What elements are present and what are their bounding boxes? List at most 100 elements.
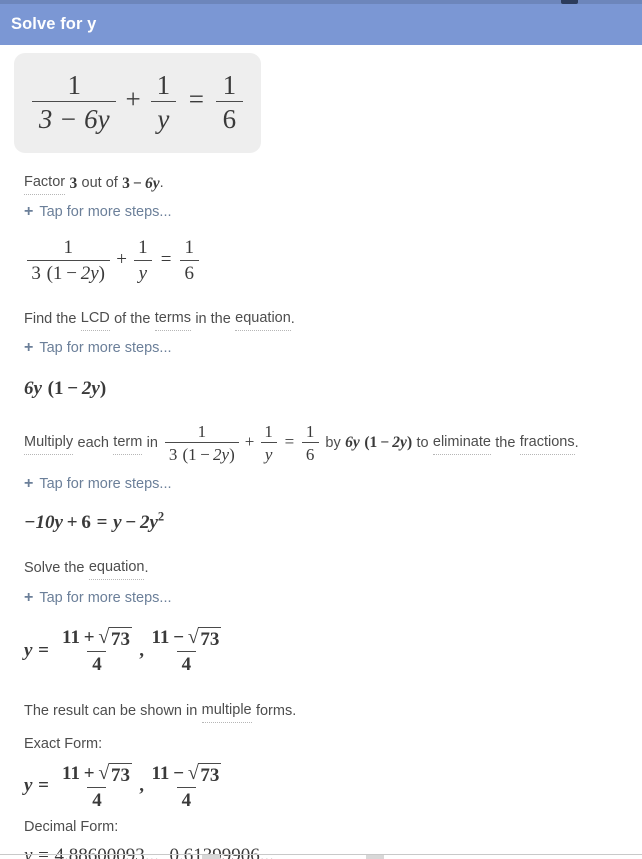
result1-fraction-3: 1 6 [179,237,199,284]
result1-f1-den: 3 (1−2y) [26,259,110,284]
glossary-term-term[interactable]: term [113,432,143,455]
decimal-form-value: y = 4.88600093..., 0.61399906... [0,845,642,859]
step-lcd-find: Find the [24,311,77,328]
page-title: Solve for y [11,15,97,33]
plus-icon: + [24,475,34,493]
result1-f3-num: 1 [184,237,195,259]
step-factor-period: . [159,175,164,192]
step-multiply-period: . [574,434,579,451]
header-bar: Solve for y [0,4,642,45]
fraction-2-denominator: y [150,101,177,134]
step-multiply-result: −10y +6 = y −2y2 [0,509,642,534]
step-factor-description: Factor 3 out of 3−6y. [0,172,642,196]
original-problem-panel: 1 3 − 6y + 1 y = 1 6 [14,53,261,154]
step-solve-description: Solve the equation. [0,557,642,581]
step-multiply-description: Multiply each term in 1 3 (1−2y) + 1 y = … [0,422,642,464]
decimal-value-1: 4.88600093 [54,845,145,859]
step-lcd-ofthe: of the [114,311,151,328]
cleared-equation: −10y +6 = y −2y2 [24,509,165,534]
fraction-3-denominator: 6 [215,101,243,134]
factor-number: 3 [69,174,78,192]
forms-intro: The result can be shown in multiple form… [0,700,642,723]
factor-expression: 3−6y [122,174,160,192]
step-lcd-result: 6y (1−2y) [0,378,642,400]
result1-f1-num: 1 [63,237,73,259]
exact-form-label: Exact Form: [24,735,103,752]
fraction-1-denominator: 3 − 6y [32,101,117,134]
step-solve-word: Solve the [24,560,85,577]
result1-f2-num: 1 [138,237,148,259]
step-lcd-description: Find the LCD of the terms in the equatio… [0,308,642,332]
step-factor-outof: out of [81,175,118,192]
tap-for-more-steps-solve[interactable]: + Tap for more steps... [0,589,642,607]
glossary-term-multiple[interactable]: multiple [201,700,252,723]
exact-form-value: y = 11 + √ 73 4 , 11− √ 73 4 [0,761,642,812]
glossary-term-equation-lcd[interactable]: equation [235,308,291,332]
multiply-by-expression: 6y (1−2y) [345,433,413,451]
exact-comma: , [139,775,145,797]
forms-section: The result can be shown in multiple form… [0,700,642,859]
glossary-term-factor[interactable]: Factor [24,172,66,196]
bottom-cutoff-element-right[interactable] [366,855,384,859]
solver-page: Solve for y 1 3 − 6y + 1 y = 1 6 Factor [0,0,642,859]
glossary-term-fractions[interactable]: fractions [519,432,575,455]
exact-fraction-plus: 11 + √ 73 4 [62,761,132,811]
glossary-term-lcd[interactable]: LCD [80,308,110,332]
radical-icon: √ [187,761,199,784]
mult-fraction-1: 1 3 (1−2y) [164,422,240,464]
forms-intro-suffix: forms. [255,702,297,719]
result1-fraction-1: 1 3 (1−2y) [26,237,110,284]
bottom-divider [0,854,642,855]
forms-intro-prefix: The result can be shown in [24,702,198,719]
step-solve: Solve the equation. + Tap for more steps… [0,557,642,676]
step-multiply-to: to [416,434,429,451]
glossary-term-eliminate[interactable]: eliminate [432,432,491,455]
tap-for-more-steps-lcd[interactable]: + Tap for more steps... [0,339,642,357]
result1-f3-den: 6 [179,259,199,284]
radical-icon: √ [98,761,110,784]
glossary-term-terms[interactable]: terms [154,308,191,332]
decimal-form-label: Decimal Form: [24,819,119,836]
fraction-3: 1 6 [215,70,243,134]
bottom-cutoff-element-left[interactable] [202,855,220,859]
tap-label: Tap for more steps... [39,590,172,607]
tap-label: Tap for more steps... [39,204,172,221]
solution-comma: , [139,639,145,661]
step-multiply-by: by [325,434,341,451]
step-factor-result: 1 3 (1−2y) + 1 y = 1 6 [0,237,642,284]
step-lcd: Find the LCD of the terms in the equatio… [0,308,642,400]
plus-operator: + [125,84,141,115]
solution-set: y = 11 + √ 73 4 , 11− √ 73 4 [24,627,229,675]
fraction-3-numerator: 1 [222,70,237,100]
step-multiply-each: each [77,434,109,451]
exponent-two: 2 [157,509,165,524]
step-lcd-period: . [290,311,295,328]
step-solve-result: y = 11 + √ 73 4 , 11− √ 73 4 [0,627,642,676]
lcd-expression: 6y (1−2y) [24,378,107,400]
step-factor: Factor 3 out of 3−6y. + Tap for more ste… [0,172,642,284]
glossary-term-multiply[interactable]: Multiply [24,432,74,455]
radical-icon: √ [187,625,199,648]
multiply-inline-equation: 1 3 (1−2y) + 1 y = 1 6 [162,422,321,464]
original-equation: 1 3 − 6y + 1 y = 1 6 [28,70,246,134]
mult-fraction-2: 1 y [260,422,277,464]
tap-for-more-steps-factor[interactable]: + Tap for more steps... [0,204,642,221]
tap-label: Tap for more steps... [39,476,172,493]
result1-f2-den: y [133,259,152,284]
fraction-1-numerator: 1 [67,70,82,100]
tap-label: Tap for more steps... [39,340,172,357]
solution-body: 1 3 − 6y + 1 y = 1 6 Factor 3 out of 3−6… [0,45,642,859]
step-multiply: Multiply each term in 1 3 (1−2y) + 1 y = … [0,422,642,534]
step-multiply-in: in [146,434,158,451]
plus-icon: + [24,589,34,607]
step-solve-period: . [144,560,149,577]
exact-fraction-minus: 11− √ 73 4 [151,761,222,811]
glossary-term-equation-solve[interactable]: equation [88,557,145,581]
solution-fraction-minus: 11− √ 73 4 [151,625,222,676]
fraction-2: 1 y [150,70,177,134]
result1-fraction-2: 1 y [133,237,152,284]
mult-fraction-3: 1 6 [301,422,319,464]
step-lcd-inthe: in the [195,311,231,328]
plus-icon: + [24,339,34,357]
tap-for-more-steps-multiply[interactable]: + Tap for more steps... [0,475,642,493]
